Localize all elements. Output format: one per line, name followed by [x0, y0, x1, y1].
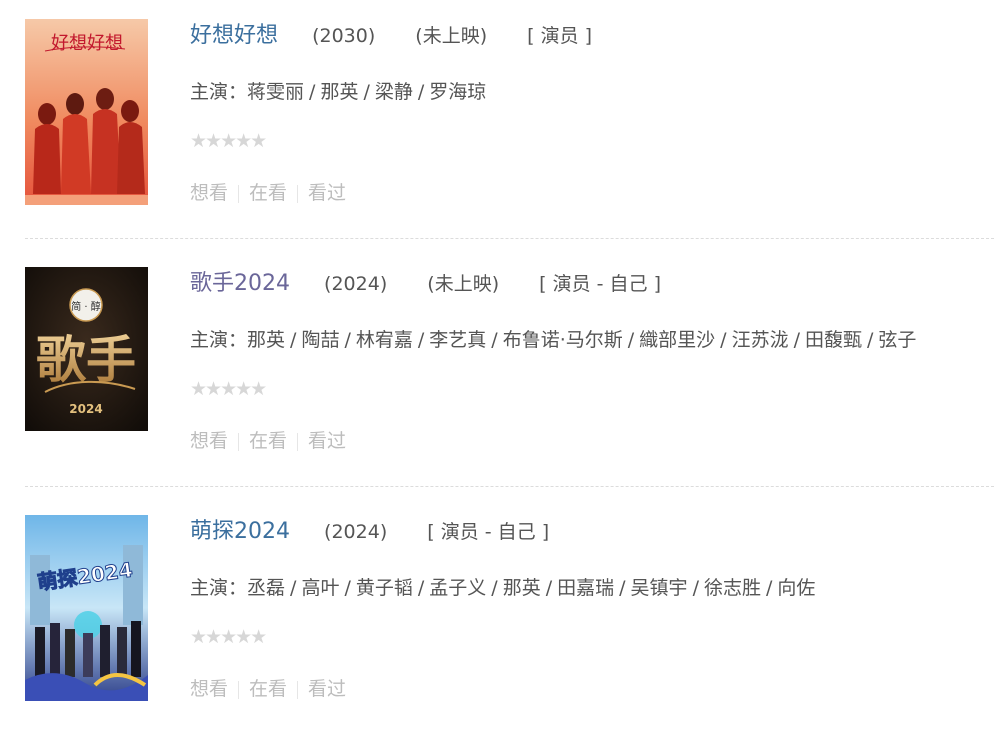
- watching-button[interactable]: 在看: [249, 178, 287, 208]
- cast-prefix: 主演：: [190, 81, 248, 103]
- action-divider: [238, 432, 240, 451]
- rating-stars[interactable]: ★★★★★: [190, 130, 267, 154]
- poster-image[interactable]: 萌探2024: [25, 515, 148, 701]
- poster-title-text: 歌手: [36, 330, 136, 389]
- cast-actor[interactable]: 蒋雯丽: [247, 81, 304, 103]
- want-to-watch-button[interactable]: 想看: [190, 178, 228, 208]
- cast-actor[interactable]: 李艺真: [429, 329, 486, 351]
- poster-art: 简 · 醇 歌手 2024: [25, 267, 148, 431]
- action-divider: [297, 432, 299, 451]
- list-item: 好想好想 好想好想 (2030) (未上映) [ 演员 ] 主演：蒋雯丽 / 那英 /…: [0, 0, 994, 248]
- release-year: (2030): [312, 25, 376, 47]
- cast-separator: /: [309, 81, 316, 103]
- cast-separator: /: [417, 329, 425, 351]
- cast-separator: /: [619, 577, 626, 599]
- cast-actor[interactable]: 黄子韬: [356, 577, 413, 599]
- cast-separator: /: [491, 329, 498, 351]
- cast-separator: /: [867, 329, 874, 351]
- role-label: [ 演员 ]: [527, 25, 593, 47]
- role-label: [ 演员 - 自己 ]: [427, 521, 550, 543]
- poster-badge-text: 简 · 醇: [71, 300, 101, 313]
- watching-button[interactable]: 在看: [249, 674, 287, 704]
- action-divider: [238, 680, 240, 699]
- title-link[interactable]: 萌探2024: [190, 519, 290, 544]
- cast-separator: /: [344, 577, 351, 599]
- title-row: 好想好想 (2030) (未上映) [ 演员 ]: [190, 19, 592, 53]
- cast-separator: /: [417, 81, 425, 103]
- filmography-list: 好想好想 好想好想 (2030) (未上映) [ 演员 ] 主演：蒋雯丽 / 那英 /…: [0, 0, 994, 731]
- cast-separator: /: [765, 577, 773, 599]
- title-link[interactable]: 歌手2024: [190, 271, 290, 296]
- action-divider: [297, 680, 299, 699]
- release-status: (未上映): [415, 25, 488, 47]
- item-divider: [25, 486, 994, 487]
- poster-art: 好想好想: [25, 19, 148, 205]
- watched-button[interactable]: 看过: [308, 426, 346, 456]
- item-divider: [25, 238, 994, 239]
- cast-actor[interactable]: 高叶: [301, 577, 339, 599]
- want-to-watch-button[interactable]: 想看: [190, 674, 228, 704]
- poster-subtext: 2024: [69, 402, 102, 416]
- list-item: 萌探2024 萌探2024 (2024) [ 演员 - 自己 ] 主演：丞磊 / 高…: [0, 496, 994, 731]
- cast-actor[interactable]: 田嘉瑞: [557, 577, 614, 599]
- cast-actor[interactable]: 向佐: [777, 577, 815, 599]
- title-row: 萌探2024 (2024) [ 演员 - 自己 ]: [190, 515, 549, 549]
- cast-actor[interactable]: 弦子: [878, 329, 916, 351]
- poster-art: 萌探2024: [25, 515, 148, 701]
- cast-separator: /: [720, 329, 727, 351]
- action-bar: 想看 在看 看过: [190, 178, 346, 208]
- action-divider: [238, 184, 240, 203]
- cast-separator: /: [290, 329, 297, 351]
- cast-actor[interactable]: 那英: [247, 329, 285, 351]
- release-status: (未上映): [427, 273, 500, 295]
- cast-actor[interactable]: 罗海琼: [429, 81, 486, 103]
- cast-separator: /: [545, 577, 553, 599]
- cast-actor[interactable]: 田馥甄: [805, 329, 862, 351]
- cast-line: 主演：蒋雯丽 / 那英 / 梁静 / 罗海琼: [190, 75, 994, 109]
- cast-prefix: 主演：: [190, 329, 248, 351]
- cast-actor[interactable]: 吴镇宇: [631, 577, 688, 599]
- list-item: 简 · 醇 歌手 2024 歌手2024 (2024) (未上映) [ 演员 -…: [0, 248, 994, 496]
- cast-separator: /: [290, 577, 297, 599]
- cast-actor[interactable]: 梁静: [375, 81, 413, 103]
- action-bar: 想看 在看 看过: [190, 674, 346, 704]
- cast-actor[interactable]: 那英: [320, 81, 358, 103]
- rating-stars[interactable]: ★★★★★: [190, 378, 267, 402]
- role-label: [ 演员 - 自己 ]: [539, 273, 661, 295]
- cast-line: 主演：那英 / 陶喆 / 林宥嘉 / 李艺真 / 布鲁诺·马尔斯 / 織部里沙 / 汪苏泷 / 田馥甄 / 弦子: [190, 323, 994, 357]
- watched-button[interactable]: 看过: [308, 674, 346, 704]
- cast-actor[interactable]: 陶喆: [301, 329, 339, 351]
- want-to-watch-button[interactable]: 想看: [190, 426, 228, 456]
- cast-actor[interactable]: 徐志胜: [704, 577, 761, 599]
- cast-separator: /: [417, 577, 425, 599]
- title-link[interactable]: 好想好想: [190, 23, 278, 48]
- release-year: (2024): [324, 273, 388, 295]
- title-row: 歌手2024 (2024) (未上映) [ 演员 - 自己 ]: [190, 267, 661, 301]
- cast-separator: /: [344, 329, 351, 351]
- release-year: (2024): [324, 521, 388, 543]
- cast-separator: /: [793, 329, 800, 351]
- poster-title-text: 好想好想: [51, 33, 123, 54]
- watching-button[interactable]: 在看: [249, 426, 287, 456]
- poster-image[interactable]: 简 · 醇 歌手 2024: [25, 267, 148, 431]
- cast-line: 主演：丞磊 / 高叶 / 黄子韬 / 孟子义 / 那英 / 田嘉瑞 / 吴镇宇 / 徐志胜 / 向佐: [190, 571, 994, 605]
- cast-actor[interactable]: 林宥嘉: [356, 329, 413, 351]
- action-bar: 想看 在看 看过: [190, 426, 346, 456]
- cast-separator: /: [363, 81, 370, 103]
- cast-prefix: 主演：: [190, 577, 248, 599]
- watched-button[interactable]: 看过: [308, 178, 346, 208]
- cast-actor[interactable]: 丞磊: [247, 577, 285, 599]
- cast-separator: /: [627, 329, 635, 351]
- cast-separator: /: [692, 577, 699, 599]
- cast-separator: /: [491, 577, 498, 599]
- rating-stars[interactable]: ★★★★★: [190, 626, 267, 650]
- cast-actor[interactable]: 孟子义: [429, 577, 486, 599]
- cast-actor[interactable]: 那英: [503, 577, 541, 599]
- poster-image[interactable]: 好想好想: [25, 19, 148, 205]
- cast-actor[interactable]: 布鲁诺·马尔斯: [503, 329, 623, 351]
- cast-actor[interactable]: 汪苏泷: [732, 329, 789, 351]
- cast-actor[interactable]: 織部里沙: [639, 329, 715, 351]
- action-divider: [297, 184, 299, 203]
